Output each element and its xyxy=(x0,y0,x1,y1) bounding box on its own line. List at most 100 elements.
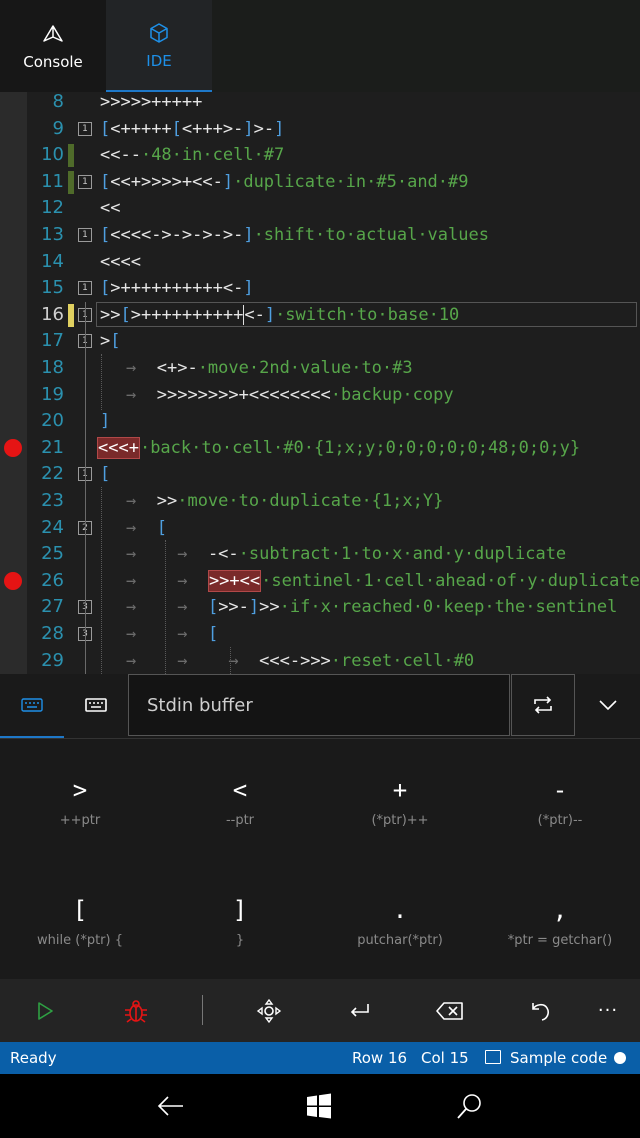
line-number: 8 xyxy=(52,92,64,112)
top-bar-filler xyxy=(212,0,640,92)
cursor-move-icon xyxy=(256,998,282,1023)
code-line: 15 1 [>++++++++++<-] xyxy=(0,275,640,302)
key-increment-ptr[interactable]: > ++ptr xyxy=(0,739,160,859)
stdin-placeholder: Stdin buffer xyxy=(147,695,253,716)
code-editor[interactable]: 8 >>>>>+++++ 9 1 [<+++++[<+++>-]>-] 10 <… xyxy=(0,92,640,674)
debug-button[interactable] xyxy=(106,979,166,1042)
line-number: 29 xyxy=(41,649,64,671)
line-number: 9 xyxy=(52,117,64,139)
undo-button[interactable] xyxy=(510,979,570,1042)
fold-guide xyxy=(85,302,86,674)
code-line: 8 >>>>>+++++ xyxy=(0,92,640,116)
code-text: → → >>+<<·sentinel·1·cell·ahead·of·y·dup… xyxy=(126,569,640,592)
code-line: 22 1 [ xyxy=(0,461,640,488)
line-number: 25 xyxy=(41,543,64,565)
more-button[interactable]: ··· xyxy=(578,979,638,1042)
status-file[interactable]: Sample code xyxy=(510,1042,607,1074)
line-number: 16 xyxy=(41,303,64,325)
indent-guide xyxy=(101,487,102,674)
change-marker xyxy=(68,144,74,168)
line-number: 14 xyxy=(41,250,64,272)
search-button[interactable] xyxy=(429,1074,509,1138)
key-input[interactable]: , *ptr = getchar() xyxy=(480,859,640,979)
run-button[interactable] xyxy=(15,979,75,1042)
stdin-input[interactable]: Stdin buffer xyxy=(128,674,510,736)
line-number: 24 xyxy=(41,516,64,538)
file-icon xyxy=(485,1050,501,1064)
code-text: >>[>++++++++++<-]·switch·to·base·10 xyxy=(100,304,460,325)
system-nav-bar xyxy=(0,1074,640,1138)
fold-toggle[interactable]: 1 xyxy=(78,228,92,242)
keyboard-icon xyxy=(21,698,43,712)
code-text: <<<< xyxy=(100,251,141,272)
top-tab-bar: Console IDE xyxy=(0,0,640,92)
status-row: Row 16 xyxy=(352,1049,408,1067)
line-number: 26 xyxy=(41,569,64,591)
move-cursor-button[interactable] xyxy=(239,979,299,1042)
key-increment-value[interactable]: + (*ptr)++ xyxy=(320,739,480,859)
backspace-button[interactable] xyxy=(420,979,480,1042)
breakpoint-icon[interactable] xyxy=(4,571,22,590)
start-button[interactable] xyxy=(279,1074,359,1138)
code-line: 14 <<<< xyxy=(0,249,640,276)
code-line: 24 2 → [ xyxy=(0,515,640,542)
line-number: 10 xyxy=(41,144,64,166)
debug-bug-icon xyxy=(125,999,147,1023)
hardware-keyboard-icon xyxy=(85,698,107,712)
code-text: >[ xyxy=(100,331,121,352)
tab-console[interactable]: Console xyxy=(0,0,106,92)
line-number: 15 xyxy=(41,277,64,299)
swap-icon xyxy=(534,696,552,714)
play-icon xyxy=(38,1001,53,1020)
code-line: 28 3 → → [ xyxy=(0,621,640,648)
current-code-line: 16 1 >>[>++++++++++<-]·switch·to·base·10 xyxy=(0,301,640,329)
line-number: 13 xyxy=(41,224,64,245)
unsaved-change-marker xyxy=(68,303,74,327)
tab-console-label: Console xyxy=(23,53,83,71)
indent-guide xyxy=(101,354,102,410)
code-text: → → → <<<->>>·reset·cell·#0 xyxy=(126,650,475,671)
key-output[interactable]: . putchar(*ptr) xyxy=(320,859,480,979)
key-loop-start[interactable]: [while (*ptr) { xyxy=(0,859,160,979)
more-icon: ··· xyxy=(597,1000,619,1021)
fold-toggle[interactable]: 1 xyxy=(78,281,92,296)
code-line: 18 → <+>-·move·2nd·value·to·#3 xyxy=(0,355,640,382)
chevron-down-icon xyxy=(599,700,617,711)
swap-stdin-button[interactable] xyxy=(511,674,575,736)
status-bar: Ready Row 16 Col 15 Sample code xyxy=(0,1042,640,1074)
code-text: → → -<-·subtract·1·to·x·and·y·duplicate xyxy=(126,544,567,565)
code-text: [<<<<->->->->-]·shift·to·actual·values xyxy=(100,225,489,245)
code-line: 25 → → -<-·subtract·1·to·x·and·y·duplica… xyxy=(0,541,640,568)
toolbar-separator xyxy=(202,995,203,1025)
keyboard-tab[interactable] xyxy=(0,674,64,738)
code-line: 29 → → → <<<->>>·reset·cell·#0 xyxy=(0,648,640,674)
hardware-keyboard-tab[interactable] xyxy=(64,674,128,736)
fold-toggle[interactable]: 1 xyxy=(78,174,92,189)
console-prism-icon xyxy=(42,21,64,47)
fold-toggle[interactable]: 1 xyxy=(78,121,92,136)
code-line: 27 3 → → [>>-]>>·if·x·reached·0·keep·the… xyxy=(0,594,640,621)
indent-guide xyxy=(230,647,231,674)
breakpoint-highlight: <<<+ xyxy=(97,436,140,459)
status-state: Ready xyxy=(10,1049,57,1067)
key-loop-end[interactable]: ]} xyxy=(160,859,320,979)
code-text: [ xyxy=(100,464,111,485)
indent-guide xyxy=(165,540,166,674)
code-text: → → [>>-]>>·if·x·reached·0·keep·the·sent… xyxy=(126,597,618,618)
code-line: 10 <<--·48·in·cell·#7 xyxy=(0,142,640,169)
back-button[interactable] xyxy=(130,1074,210,1138)
code-text: [<<+>>>>+<<-]·duplicate·in·#5·and·#9 xyxy=(100,171,469,192)
code-line: 12 << xyxy=(0,195,640,222)
line-number: 28 xyxy=(41,623,64,644)
key-decrement-ptr[interactable]: < --ptr xyxy=(160,739,320,859)
collapse-button[interactable] xyxy=(576,674,640,736)
code-text: >>>>>+++++ xyxy=(100,92,203,112)
tab-ide[interactable]: IDE xyxy=(106,0,212,92)
undo-icon xyxy=(532,1002,549,1021)
key-decrement-value[interactable]: - (*ptr)-- xyxy=(480,739,640,859)
breakpoint-icon[interactable] xyxy=(4,438,22,457)
enter-button[interactable] xyxy=(330,979,390,1042)
code-text: → <+>-·move·2nd·value·to·#3 xyxy=(126,358,413,378)
code-line: 9 1 [<+++++[<+++>-]>-] xyxy=(0,116,640,143)
code-line: 20 ] xyxy=(0,408,640,435)
